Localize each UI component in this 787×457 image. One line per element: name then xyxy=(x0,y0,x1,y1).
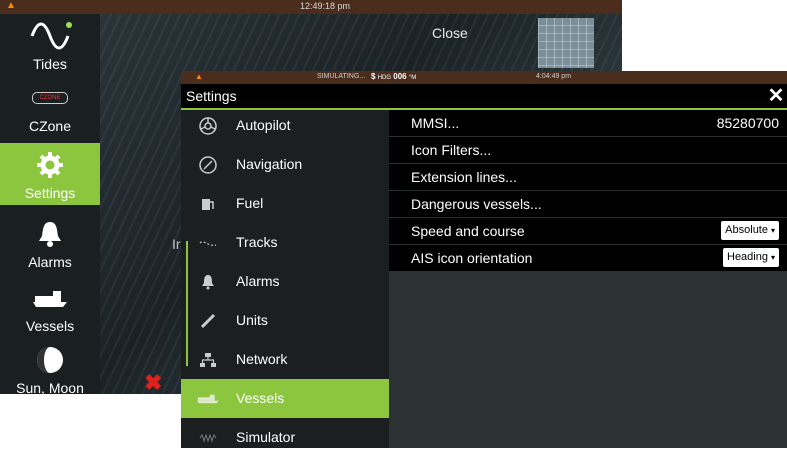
tracks-icon xyxy=(197,232,219,254)
czone-logo-icon: CZONE xyxy=(0,84,100,112)
row-icon-filters[interactable]: Icon Filters... xyxy=(389,137,787,164)
row-mmsi[interactable]: MMSI... 85280700 xyxy=(389,110,787,137)
gear-icon xyxy=(0,151,100,179)
warning-icon: ▲ xyxy=(195,72,203,81)
background-status-bar: ▲ 12:49:18 pm xyxy=(0,0,622,14)
sine-wave-icon xyxy=(0,22,100,50)
sidebar-item-settings[interactable]: Settings xyxy=(0,143,100,205)
row-speed-and-course[interactable]: Speed and course Absolute ▾ xyxy=(389,218,787,245)
sidebar-item-label: Vessels xyxy=(25,318,75,334)
fuel-icon xyxy=(197,193,219,215)
row-dangerous-vessels[interactable]: Dangerous vessels... xyxy=(389,191,787,218)
home-sidebar: Tides CZONE CZone Settings Alarms Vessel… xyxy=(0,14,100,394)
menu-item-alarms[interactable]: Alarms xyxy=(181,262,389,301)
row-label: Dangerous vessels... xyxy=(411,196,542,212)
menu-item-label: Tracks xyxy=(236,234,278,250)
heading-readout: $ HDG 006 °M xyxy=(371,72,417,81)
sidebar-item-sun-moon[interactable]: Sun, Moon xyxy=(0,338,100,394)
dialog-title-bar: Settings ✕ xyxy=(181,84,787,108)
row-ais-icon-orientation[interactable]: AIS icon orientation Heading ▾ xyxy=(389,245,787,272)
menu-item-label: Alarms xyxy=(236,273,280,289)
chevron-down-icon: ▾ xyxy=(770,226,775,235)
alert-x-icon[interactable]: ✖ xyxy=(144,370,162,394)
bell-icon xyxy=(197,271,219,293)
status-time: 4:04:49 pm xyxy=(536,73,572,80)
menu-item-label: Simulator xyxy=(236,429,296,445)
background-partial-text: Ir xyxy=(172,236,181,252)
menu-item-label: Units xyxy=(236,312,268,328)
menu-item-vessels[interactable]: Vessels xyxy=(181,379,389,418)
dropdown-value: Absolute xyxy=(725,224,768,236)
status-dot xyxy=(66,22,72,28)
vessel-icon xyxy=(197,388,219,410)
sidebar-item-tides[interactable]: Tides xyxy=(0,14,100,76)
sidebar-item-label: CZone xyxy=(28,118,72,134)
compass-icon xyxy=(197,154,219,176)
sidebar-item-label: Alarms xyxy=(28,254,72,270)
close-icon: ✕ xyxy=(767,85,785,107)
dropdown-value: Heading xyxy=(727,251,768,263)
menu-item-network[interactable]: Network xyxy=(181,340,389,379)
chart-thumbnail[interactable] xyxy=(538,18,594,68)
simulator-icon xyxy=(197,427,219,449)
mmsi-value: 85280700 xyxy=(716,115,779,131)
speed-course-dropdown[interactable]: Absolute ▾ xyxy=(721,221,779,240)
row-extension-lines[interactable]: Extension lines... xyxy=(389,164,787,191)
sidebar-item-vessels[interactable]: Vessels xyxy=(0,276,100,338)
settings-menu: Autopilot Navigation Fuel Tracks Alarms xyxy=(181,110,389,448)
menu-item-autopilot[interactable]: Autopilot xyxy=(181,106,389,145)
simulating-label: SIMULATING... xyxy=(317,73,366,80)
sidebar-item-label: Settings xyxy=(24,185,76,201)
row-label: Extension lines... xyxy=(411,169,517,185)
row-label: AIS icon orientation xyxy=(411,250,533,266)
close-button[interactable]: ✕ xyxy=(765,85,787,107)
heading-value: 006 xyxy=(393,72,407,81)
menu-item-label: Navigation xyxy=(236,156,303,172)
menu-item-label: Autopilot xyxy=(236,117,291,133)
heading-label: HDG xyxy=(377,75,392,81)
sidebar-item-czone[interactable]: CZONE CZone xyxy=(0,76,100,138)
sidebar-item-alarms[interactable]: Alarms xyxy=(0,212,100,274)
settings-dialog: ▲ SIMULATING... $ HDG 006 °M 4:04:49 pm … xyxy=(181,71,787,448)
menu-item-navigation[interactable]: Navigation xyxy=(181,145,389,184)
sidebar-item-label: Sun, Moon xyxy=(16,380,84,394)
row-label: Icon Filters... xyxy=(411,142,492,158)
network-icon xyxy=(197,349,219,371)
menu-item-tracks[interactable]: Tracks xyxy=(181,223,389,262)
menu-item-fuel[interactable]: Fuel xyxy=(181,184,389,223)
row-label: MMSI... xyxy=(411,115,460,131)
page-title: Settings xyxy=(186,88,237,104)
ruler-icon xyxy=(197,310,219,332)
background-close-label[interactable]: Close xyxy=(432,25,468,41)
status-time: 12:49:18 pm xyxy=(300,1,351,11)
chevron-down-icon: ▾ xyxy=(770,253,775,262)
ais-orientation-dropdown[interactable]: Heading ▾ xyxy=(723,248,779,267)
menu-item-label: Fuel xyxy=(236,195,264,211)
row-label: Speed and course xyxy=(411,223,525,239)
moon-phase-icon xyxy=(0,346,100,374)
bell-icon xyxy=(0,220,100,248)
dialog-status-bar: ▲ SIMULATING... $ HDG 006 °M 4:04:49 pm xyxy=(181,71,787,84)
warning-icon: ▲ xyxy=(6,0,16,11)
autopilot-icon xyxy=(197,115,219,137)
menu-item-units[interactable]: Units xyxy=(181,301,389,340)
sidebar-item-label: Tides xyxy=(33,56,67,72)
menu-item-label: Network xyxy=(236,351,288,367)
settings-content: MMSI... 85280700 Icon Filters... Extensi… xyxy=(389,110,787,448)
heading-unit: °M xyxy=(408,75,417,81)
menu-item-simulator[interactable]: Simulator xyxy=(181,418,389,457)
menu-item-label: Vessels xyxy=(236,390,285,406)
vessel-icon xyxy=(0,284,100,312)
